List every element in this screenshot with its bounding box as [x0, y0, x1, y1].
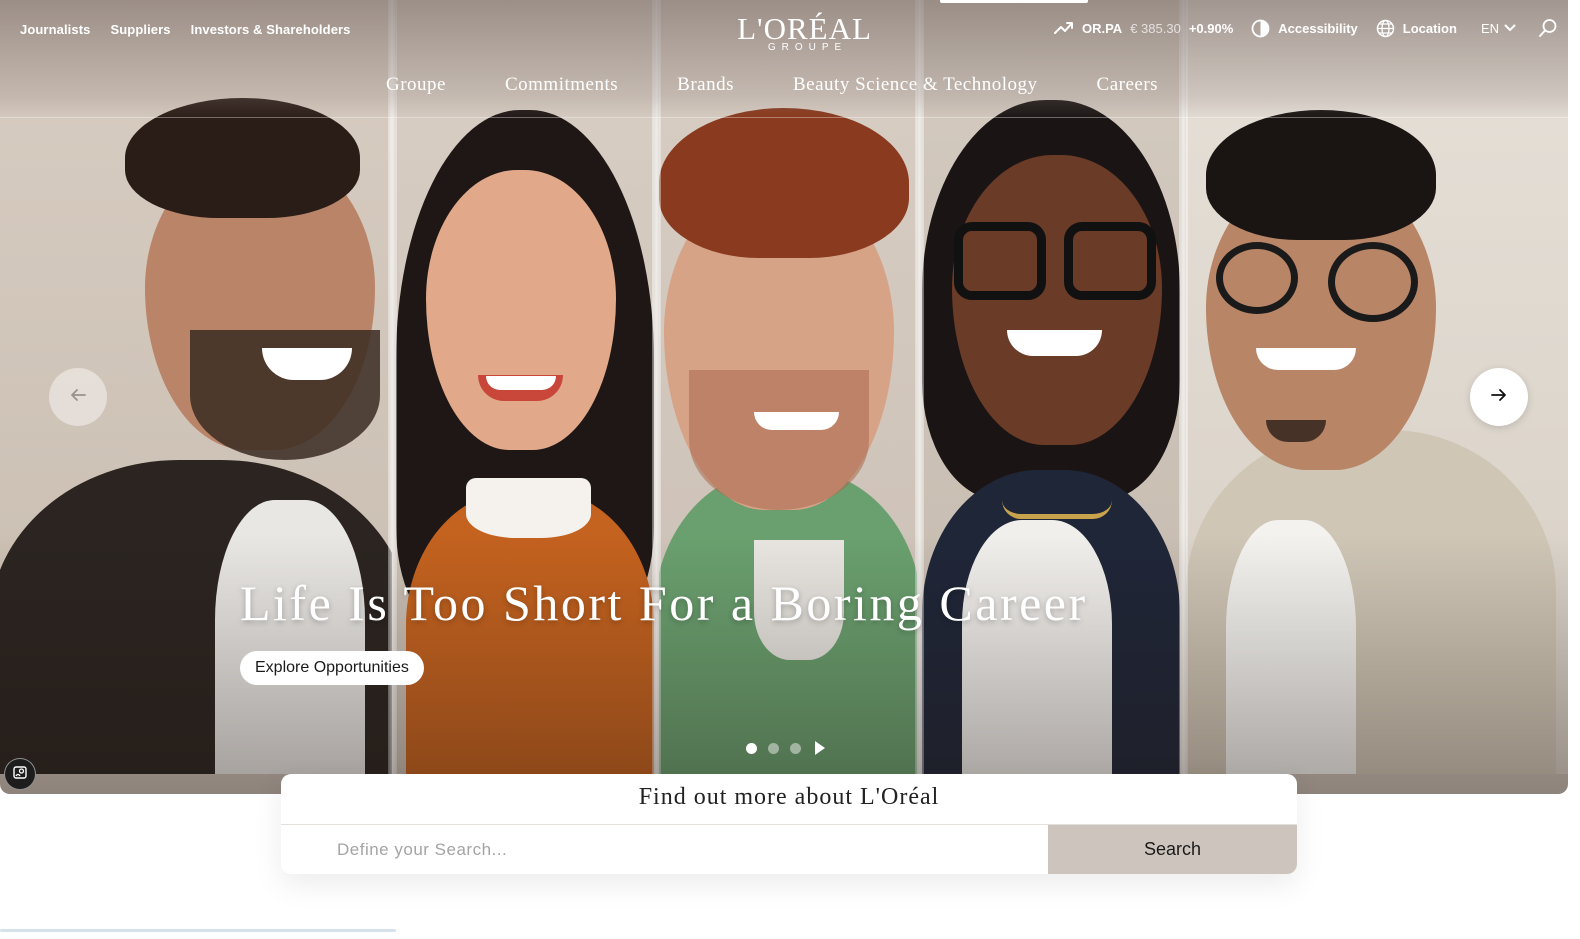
location-label: Location	[1402, 20, 1457, 36]
stock-change: +0.90%	[1188, 20, 1234, 36]
carousel-prev-button[interactable]	[49, 368, 107, 426]
hero-gradient	[0, 534, 1568, 794]
carousel-pagination	[746, 741, 825, 755]
nav-brands[interactable]: Brands	[677, 74, 734, 96]
logo-brand: L'ORÉAL	[737, 11, 872, 46]
hero-headline: Life Is Too Short For a Boring Career	[240, 575, 1088, 631]
contrast-icon	[1251, 19, 1270, 38]
scroll-progress-bar	[0, 929, 396, 932]
suppliers-link[interactable]: Suppliers	[110, 22, 170, 37]
search-button[interactable]: Search	[1048, 825, 1297, 874]
nav-beauty-science-technology[interactable]: Beauty Science & Technology	[793, 74, 1038, 96]
arrow-right-icon	[1491, 388, 1507, 407]
nav-careers[interactable]: Careers	[1097, 74, 1159, 96]
accessibility-button[interactable]: Accessibility	[1251, 19, 1358, 38]
cookie-settings-icon	[12, 764, 28, 785]
accessibility-label: Accessibility	[1278, 20, 1358, 36]
logo-tab-indicator	[940, 0, 1088, 3]
investors-link[interactable]: Investors & Shareholders	[191, 22, 351, 37]
location-button[interactable]: Location	[1376, 19, 1457, 38]
utility-nav: Journalists Suppliers Investors & Shareh…	[20, 22, 351, 37]
stock-ticker[interactable]: OR.PA € 385.30 +0.90%	[1053, 20, 1234, 36]
trend-up-icon	[1053, 21, 1074, 35]
search-title: Find out more about L'Oréal	[638, 784, 940, 810]
stock-symbol: OR.PA	[1081, 20, 1123, 36]
search-input[interactable]	[281, 825, 1048, 874]
stock-price: € 385.30	[1130, 20, 1181, 36]
carousel-next-button[interactable]	[1470, 368, 1528, 426]
carousel-dot-3[interactable]	[790, 742, 801, 754]
arrow-left-icon	[70, 388, 86, 407]
carousel-dot-2[interactable]	[768, 742, 779, 754]
search-card: Find out more about L'Oréal Search	[281, 774, 1297, 874]
search-icon	[1538, 18, 1558, 38]
language-label: EN	[1480, 20, 1499, 36]
journalists-link[interactable]: Journalists	[20, 22, 90, 37]
carousel-dot-1[interactable]	[746, 742, 757, 754]
language-selector[interactable]: EN	[1481, 21, 1516, 36]
nav-commitments[interactable]: Commitments	[505, 74, 618, 96]
hero-carousel: Life Is Too Short For a Boring Career Ex…	[0, 0, 1568, 794]
nav-groupe[interactable]: Groupe	[386, 74, 446, 96]
explore-opportunities-button[interactable]: Explore Opportunities	[240, 651, 424, 685]
header-divider	[0, 117, 1568, 118]
loreal-logo[interactable]: L'ORÉAL GROUPE	[732, 11, 877, 53]
header-tools: OR.PA € 385.30 +0.90% Accessibility Loca…	[1053, 18, 1558, 38]
search-toggle-button[interactable]	[1538, 18, 1558, 38]
cookie-settings-button[interactable]	[4, 758, 36, 790]
globe-icon	[1376, 19, 1395, 38]
main-nav: Groupe Commitments Brands Beauty Science…	[386, 74, 1158, 96]
play-icon[interactable]	[815, 741, 825, 755]
chevron-down-icon	[1504, 24, 1516, 32]
